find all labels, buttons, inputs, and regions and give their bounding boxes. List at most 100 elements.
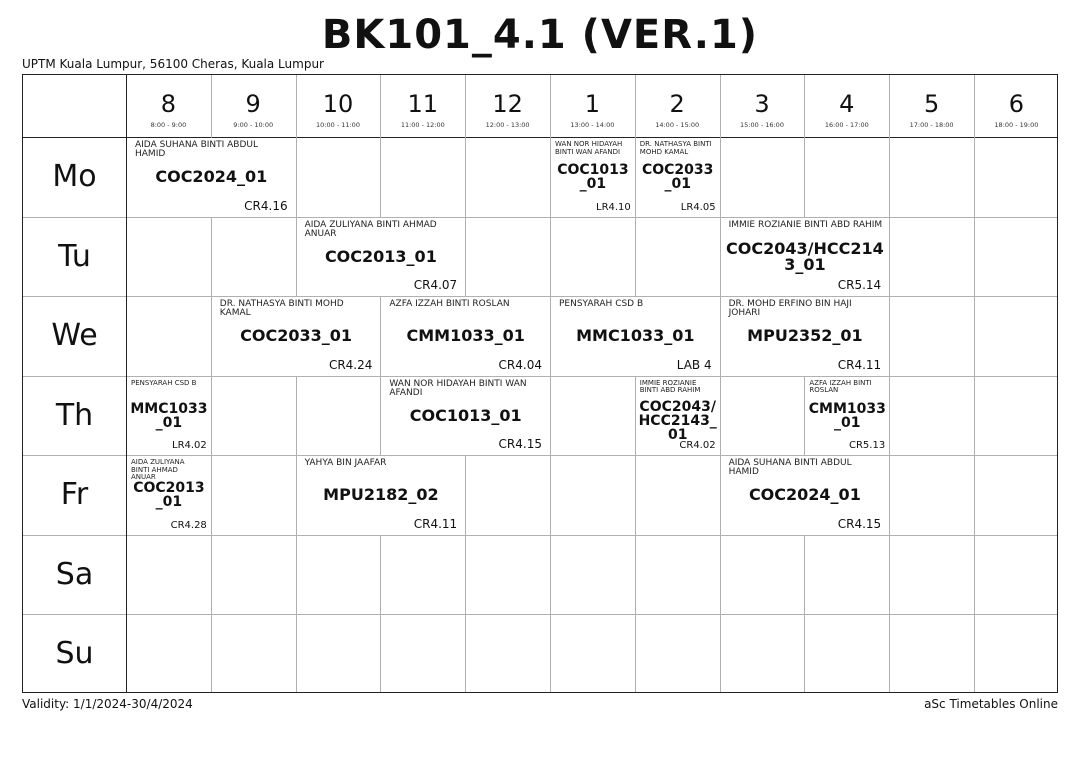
lesson-room: CR5.13 (848, 440, 886, 451)
period-time-range: 13:00 - 14:00 (570, 121, 615, 129)
lesson-card[interactable]: DR. NATHASYA BINTI MOHD KAMAL COC2033_01 C… (211, 297, 381, 376)
lesson-teacher: AIDA SUHANA BINTI ABDUL HAMID (135, 140, 259, 159)
period-number: 6 (1008, 90, 1025, 118)
period-header: 8 8:00 - 9:00 (126, 75, 211, 137)
period-time-range: 9:00 - 10:00 (233, 121, 274, 129)
lesson-room: CR4.15 (837, 516, 882, 531)
day-label: Su (55, 636, 94, 671)
day-label: Th (55, 397, 94, 433)
lesson-room: CR4.28 (170, 519, 207, 531)
day-label: Tu (58, 238, 91, 274)
lesson-subject: COC2043/HCC214 3_01 (726, 238, 884, 274)
period-header: 12 12:00 - 13:00 (465, 75, 550, 137)
lesson-subject: COC1013_01 (409, 405, 522, 425)
lesson-room: CR4.16 (244, 198, 288, 213)
period-header: 3 15:00 - 16:00 (720, 75, 805, 137)
period-time-range: 16:00 - 17:00 (824, 121, 869, 129)
row-divider (23, 534, 1057, 536)
period-number: 4 (839, 90, 855, 118)
timetable-grid: 8 8:00 - 9:00 9 9:00 - 10:00 10 10:00 - 11:00… (22, 74, 1058, 693)
lesson-teacher: AIDA ZULIYANA BINTI AHMAD ANUAR (304, 219, 437, 239)
column-divider (296, 75, 297, 692)
row-divider (23, 614, 1057, 615)
timetable-title: BK101_4.1 (VER.1) (321, 12, 759, 58)
lesson-subject: MMC1033 _01 (130, 400, 208, 431)
day-label: We (51, 318, 98, 353)
lesson-subject: COC1013 _01 (557, 162, 629, 192)
lesson-room: CR4.04 (498, 357, 542, 372)
lesson-subject: COC2024_01 (748, 485, 861, 504)
period-header: 5 17:00 - 18:00 (889, 75, 974, 137)
lesson-card[interactable]: WAN NOR HIDAYAH BINTI WAN AFANDI COC1013 … (551, 138, 635, 217)
period-number: 1 (584, 90, 601, 118)
lesson-subject: MPU2182_02 (323, 485, 439, 504)
lesson-teacher: IMMIE ROZIANIE BINTI ABD RAHIM (639, 378, 701, 394)
lesson-room: CR4.11 (837, 357, 882, 372)
period-time-range: 15:00 - 16:00 (740, 121, 784, 129)
lesson-card[interactable]: AIDA SUHANA BINTI ABDUL HAMID COC2024_01 C… (720, 456, 890, 535)
lesson-room: LR4.10 (596, 201, 631, 213)
lesson-subject: CMM1033 _01 (808, 400, 886, 431)
lesson-card[interactable]: DR. NATHASYA BINTI MOHD KAMAL COC2033 _01… (635, 138, 720, 217)
lesson-subject: COC2043/ HCC2143_ 01 (638, 398, 717, 443)
lesson-card[interactable]: YAHYA BIN JAAFAR MPU2182_02 CR4.11 (296, 456, 466, 535)
row-divider (23, 216, 1057, 218)
lesson-teacher: AZFA IZZAH BINTI ROSLAN (809, 378, 872, 394)
period-header: 2 14:00 - 15:00 (635, 75, 720, 137)
period-header: 6 18:00 - 19:00 (974, 75, 1059, 137)
column-divider (974, 75, 975, 692)
period-time-range: 11:00 - 12:00 (400, 121, 445, 129)
lesson-teacher: WAN NOR HIDAYAH BINTI WAN AFANDI (555, 140, 623, 156)
lesson-teacher: DR. NATHASYA BINTI MOHD KAMAL (639, 140, 712, 156)
period-header: 9 9:00 - 10:00 (211, 75, 296, 137)
lesson-card[interactable]: AIDA SUHANA BINTI ABDUL HAMID COC2024_01 C… (127, 138, 296, 217)
lesson-room: CR4.07 (413, 278, 458, 292)
lesson-card[interactable]: AIDA ZULIYANA BINTI AHMAD ANUAR COC2013 _… (127, 456, 211, 535)
period-number: 5 (923, 90, 940, 118)
lesson-teacher: IMMIE ROZIANIE BINTI ABD RAHIM (728, 219, 883, 230)
lesson-card[interactable]: AIDA ZULIYANA BINTI AHMAD ANUAR COC2013_0… (296, 217, 466, 296)
lesson-subject: CMM1033_01 (406, 326, 525, 345)
period-time-range: 10:00 - 11:00 (316, 121, 360, 129)
period-header: 10 10:00 - 11:00 (296, 75, 381, 137)
lesson-card[interactable]: IMMIE ROZIANIE BINTI ABD RAHIM COC2043/HC… (720, 217, 890, 296)
school-address: UPTM Kuala Lumpur, 56100 Cheras, Kuala L… (22, 57, 324, 71)
period-time-range: 8:00 - 9:00 (150, 121, 187, 129)
lesson-room: CR5.14 (837, 278, 882, 292)
period-number: 11 (407, 90, 439, 118)
day-label: Fr (60, 477, 89, 512)
lesson-teacher: AIDA ZULIYANA BINTI AHMAD ANUAR (131, 458, 185, 481)
lesson-room: LR4.05 (680, 201, 716, 213)
lesson-card[interactable]: WAN NOR HIDAYAH BINTI WAN AFANDI COC1013_… (381, 376, 550, 455)
lesson-teacher: PENSYARAH CSD B (131, 378, 197, 387)
lesson-teacher: DR. MOHD ERFINO BIN HAJI JOHARI (728, 299, 852, 318)
period-time-range: 17:00 - 18:00 (909, 121, 954, 129)
lesson-card[interactable]: PENSYARAH CSD B MMC1033 _01 LR4.02 (127, 376, 211, 455)
lesson-room: CR4.11 (413, 516, 458, 531)
lesson-room: CR4.15 (498, 437, 542, 451)
day-label: Mo (52, 159, 97, 194)
lesson-subject: COC2013_01 (324, 246, 437, 266)
period-number: 2 (669, 90, 685, 118)
validity-text: Validity: 1/1/2024-30/4/2024 (22, 697, 193, 711)
lesson-teacher: PENSYARAH CSD B (559, 299, 644, 309)
lesson-card[interactable]: IMMIE ROZIANIE BINTI ABD RAHIM COC2043/ H… (635, 376, 720, 455)
lesson-teacher: YAHYA BIN JAAFAR (304, 458, 387, 468)
lesson-card[interactable]: DR. MOHD ERFINO BIN HAJI JOHARI MPU2352_0… (720, 297, 890, 376)
lesson-subject: MMC1033_01 (576, 326, 695, 345)
lesson-subject: COC2013 _01 (133, 480, 205, 510)
lesson-teacher: AZFA IZZAH BINTI ROSLAN (389, 299, 510, 309)
lesson-subject: COC2024_01 (155, 167, 268, 186)
lesson-room: CR4.02 (679, 440, 716, 451)
lesson-card[interactable]: PENSYARAH CSD B MMC1033_01 LAB 4 (551, 297, 720, 376)
period-time-range: 18:00 - 19:00 (994, 121, 1039, 129)
period-header: 11 11:00 - 12:00 (380, 75, 465, 137)
day-column-divider (126, 75, 127, 692)
lesson-card[interactable]: AZFA IZZAH BINTI ROSLAN CMM1033 _01 CR5.13 (805, 376, 890, 455)
lesson-card[interactable]: AZFA IZZAH BINTI ROSLAN CMM1033_01 CR4.04 (381, 297, 550, 376)
column-divider (720, 75, 721, 692)
period-header: 4 16:00 - 17:00 (804, 75, 889, 137)
period-number: 9 (245, 90, 261, 118)
period-header: 1 13:00 - 14:00 (550, 75, 635, 137)
lesson-teacher: DR. NATHASYA BINTI MOHD KAMAL (219, 299, 344, 318)
